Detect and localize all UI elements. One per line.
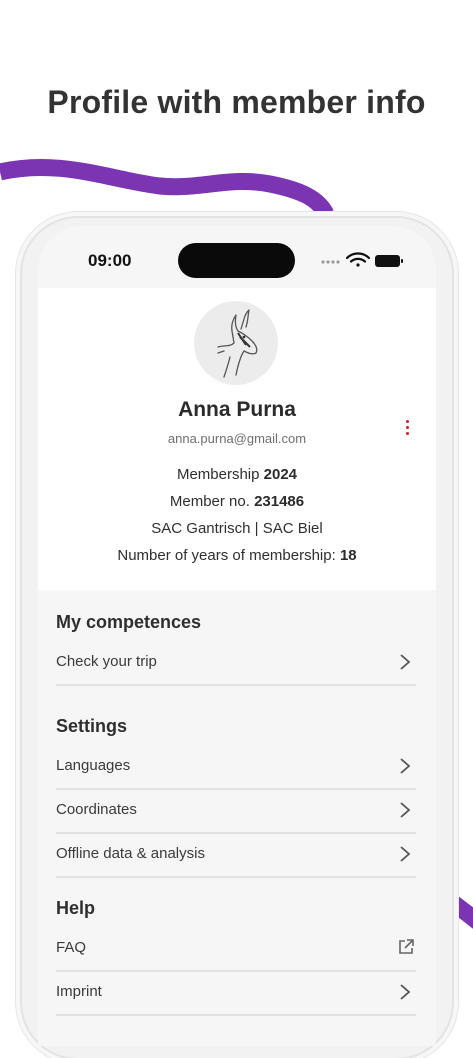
menu-item-label: Offline data & analysis — [56, 845, 205, 862]
years-label: Number of years of membership: — [117, 547, 340, 564]
help-title: Help — [56, 898, 96, 918]
menu-item-label: Coordinates — [56, 801, 137, 818]
chevron-right-icon — [400, 846, 411, 862]
menu-item-languages[interactable]: Languages — [56, 745, 416, 790]
membership-label: Membership — [176, 466, 264, 483]
menu-item-label: Imprint — [56, 983, 102, 1000]
menu-item-label: FAQ — [56, 939, 87, 956]
page-headline: Profile with member info — [47, 84, 426, 120]
signal-icon — [321, 260, 340, 264]
dot — [405, 419, 409, 423]
dot — [405, 431, 409, 435]
chevron-right-icon — [400, 984, 411, 1000]
battery-icon — [375, 255, 403, 267]
membership-value: 2024 — [263, 466, 298, 483]
menu-item-label: Languages — [56, 757, 131, 774]
dot — [405, 425, 409, 429]
profile-name: Anna Purna — [178, 398, 296, 421]
years-line: Number of years of membership: 18 — [38, 547, 436, 564]
chevron-right-icon — [400, 802, 411, 818]
menu-item-coordinates[interactable]: Coordinates — [56, 789, 416, 834]
menu-item-offline-data[interactable]: Offline data & analysis — [56, 833, 416, 878]
membership-line: Membership 2024 — [38, 466, 436, 483]
chamois-icon — [217, 309, 258, 378]
chevron-right-icon — [400, 654, 411, 670]
member-number-label: Member no. — [169, 493, 255, 510]
status-icons — [321, 252, 403, 267]
dynamic-island — [178, 243, 295, 278]
member-number-line: Member no. 231486 — [38, 493, 436, 510]
settings-title: Settings — [56, 716, 128, 736]
years-value: 18 — [339, 547, 357, 564]
profile-card: Anna Purna anna.purna@gmail.com Membersh… — [38, 288, 436, 590]
competences-title: My competences — [56, 612, 202, 632]
menu-item-check-trip[interactable]: Check your trip — [56, 641, 416, 686]
member-number-value: 231486 — [254, 493, 305, 510]
external-link-icon — [399, 939, 414, 954]
avatar[interactable] — [194, 301, 278, 385]
menu-item-label: Check your trip — [56, 653, 157, 670]
menu-item-imprint[interactable]: Imprint — [56, 971, 416, 1016]
status-time: 09:00 — [88, 251, 132, 270]
profile-email: anna.purna@gmail.com — [167, 431, 307, 446]
phone-screen: 09:00 Anna Purna anna.purna@gmail.com Me… — [38, 226, 436, 1046]
chevron-right-icon — [400, 758, 411, 774]
menu-item-faq[interactable]: FAQ — [56, 927, 416, 972]
more-options-button[interactable] — [396, 414, 418, 440]
status-bar: 09:00 — [38, 226, 436, 288]
sections-line: SAC Gantrisch | SAC Biel — [151, 520, 323, 537]
wifi-icon — [345, 252, 371, 267]
